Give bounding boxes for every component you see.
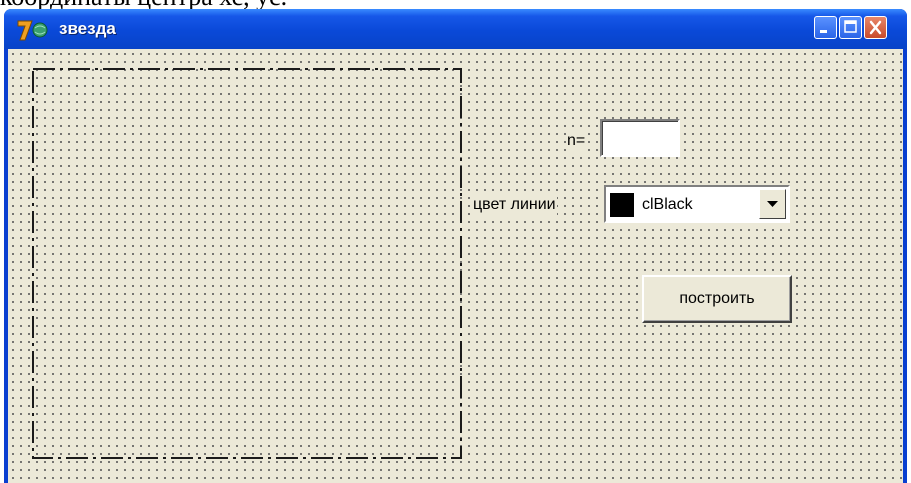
window-title: звезда: [59, 19, 116, 38]
n-label: n=: [566, 131, 587, 151]
paint-box[interactable]: [32, 68, 462, 459]
title-bar[interactable]: звезда: [4, 9, 907, 49]
color-dropdown-button[interactable]: [759, 189, 786, 219]
minimize-button[interactable]: [814, 16, 837, 39]
maximize-icon: [844, 20, 857, 33]
close-button[interactable]: [864, 16, 887, 39]
color-swatch: [610, 193, 634, 217]
color-combobox-value: clBlack: [642, 196, 693, 213]
close-icon: [869, 20, 882, 35]
color-combobox[interactable]: clBlack: [604, 185, 790, 223]
form-client-area: n= цвет линии clBlack построить: [8, 49, 903, 483]
build-button[interactable]: построить: [642, 275, 792, 323]
color-label: цвет линии: [472, 195, 557, 215]
form-window: звезда n= цвет линии clBlack построить: [4, 9, 907, 483]
chevron-down-icon: [767, 201, 778, 207]
maximize-button[interactable]: [839, 16, 862, 39]
app-icon[interactable]: [16, 18, 50, 42]
document-text-above: координаты центра хс, ус.: [0, 0, 287, 10]
minimize-icon: [820, 30, 827, 33]
n-input[interactable]: [600, 119, 680, 157]
